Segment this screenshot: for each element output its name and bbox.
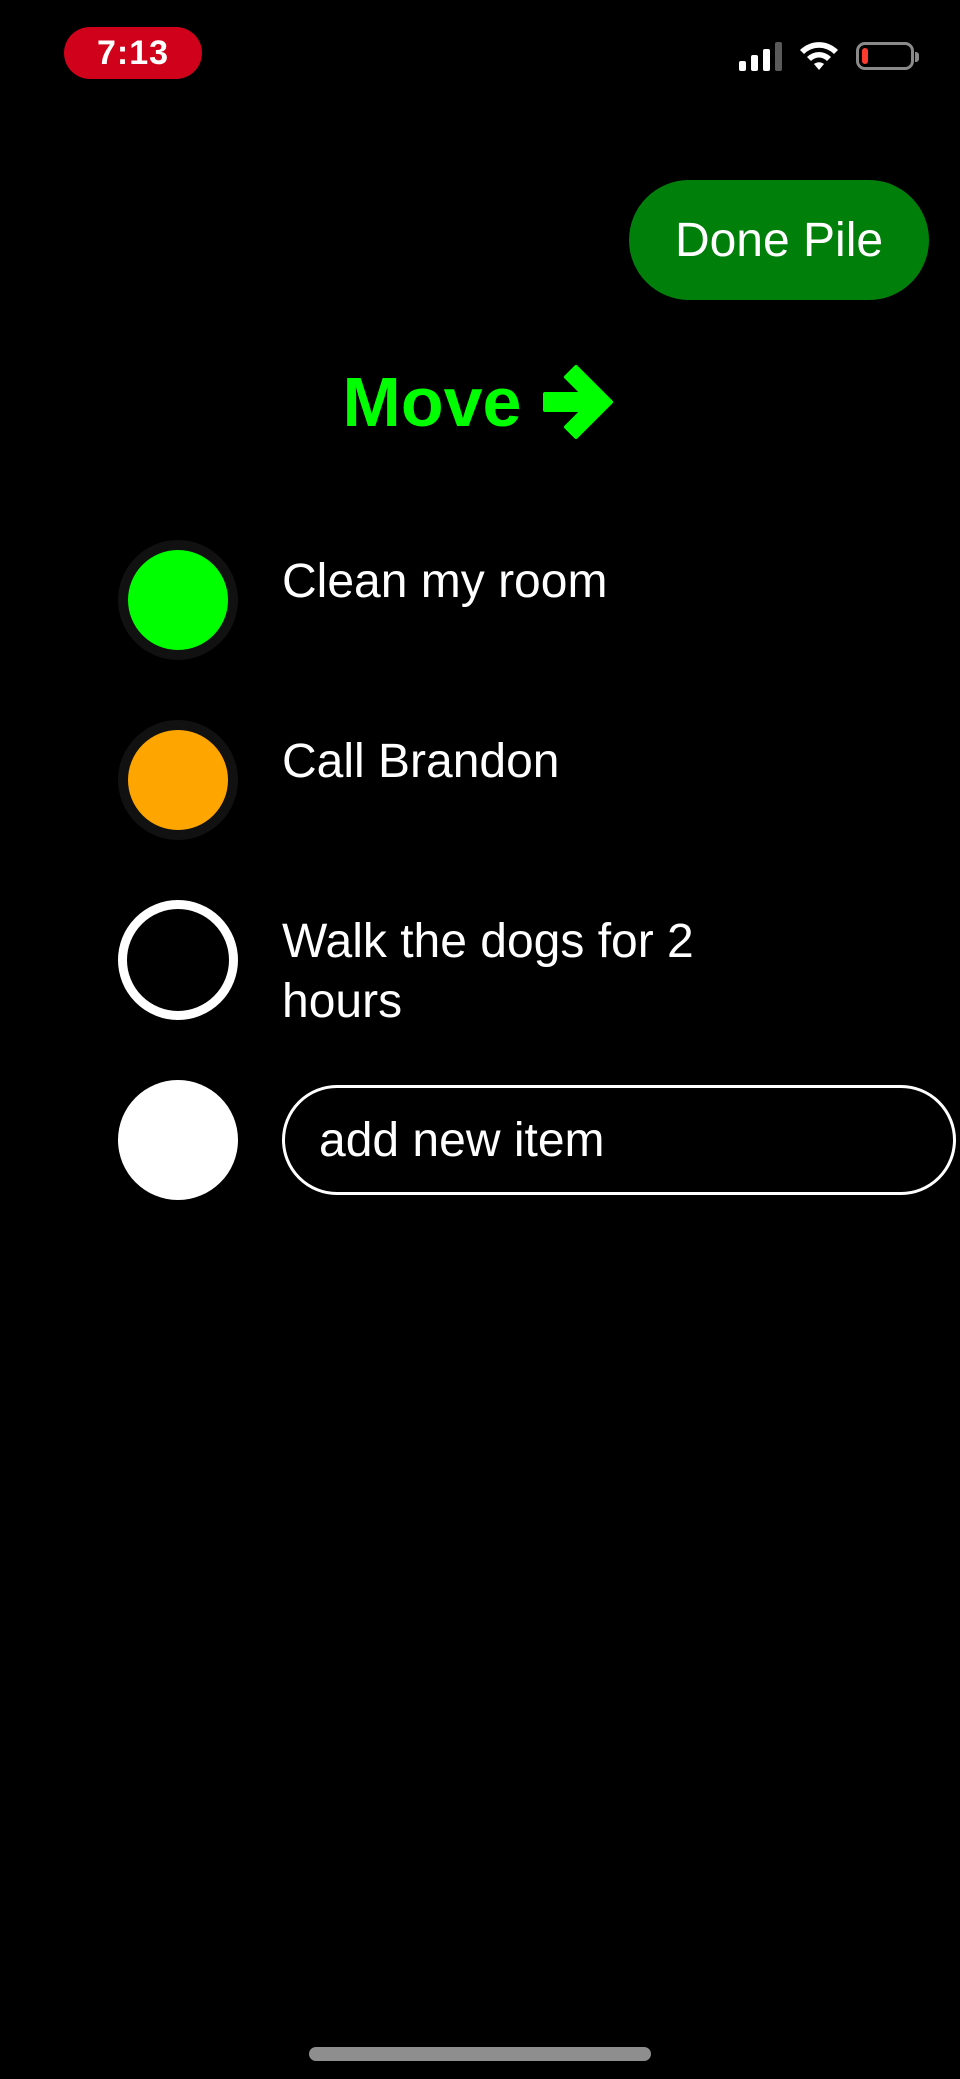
wifi-icon [800, 42, 838, 70]
status-time: 7:13 [64, 27, 202, 79]
task-label: Call Brandon [282, 735, 560, 788]
task-status-circle[interactable] [118, 540, 238, 660]
status-icons [739, 40, 919, 72]
signal-icon [739, 41, 782, 71]
arrow-right-icon [543, 365, 614, 439]
task-label: Walk the dogs for 2 hours [282, 915, 694, 1028]
task-row[interactable]: Clean my room [118, 540, 960, 720]
add-item-row [118, 1080, 960, 1200]
home-indicator[interactable] [309, 2047, 651, 2061]
move-heading-label: Move [342, 363, 522, 441]
battery-icon [856, 42, 919, 70]
task-status-circle[interactable] [118, 720, 238, 840]
add-item-input[interactable] [282, 1085, 956, 1195]
done-pile-button[interactable]: Done Pile [629, 180, 929, 300]
task-row[interactable]: Call Brandon [118, 720, 960, 900]
new-item-circle[interactable] [118, 1080, 238, 1200]
task-label: Clean my room [282, 555, 608, 608]
task-row[interactable]: Walk the dogs for 2 hours [118, 900, 960, 1080]
task-status-circle[interactable] [118, 900, 238, 1020]
move-heading[interactable]: Move [0, 362, 960, 442]
task-list: Clean my room Call Brandon Walk the dogs… [118, 540, 960, 1200]
battery-level [862, 48, 868, 64]
